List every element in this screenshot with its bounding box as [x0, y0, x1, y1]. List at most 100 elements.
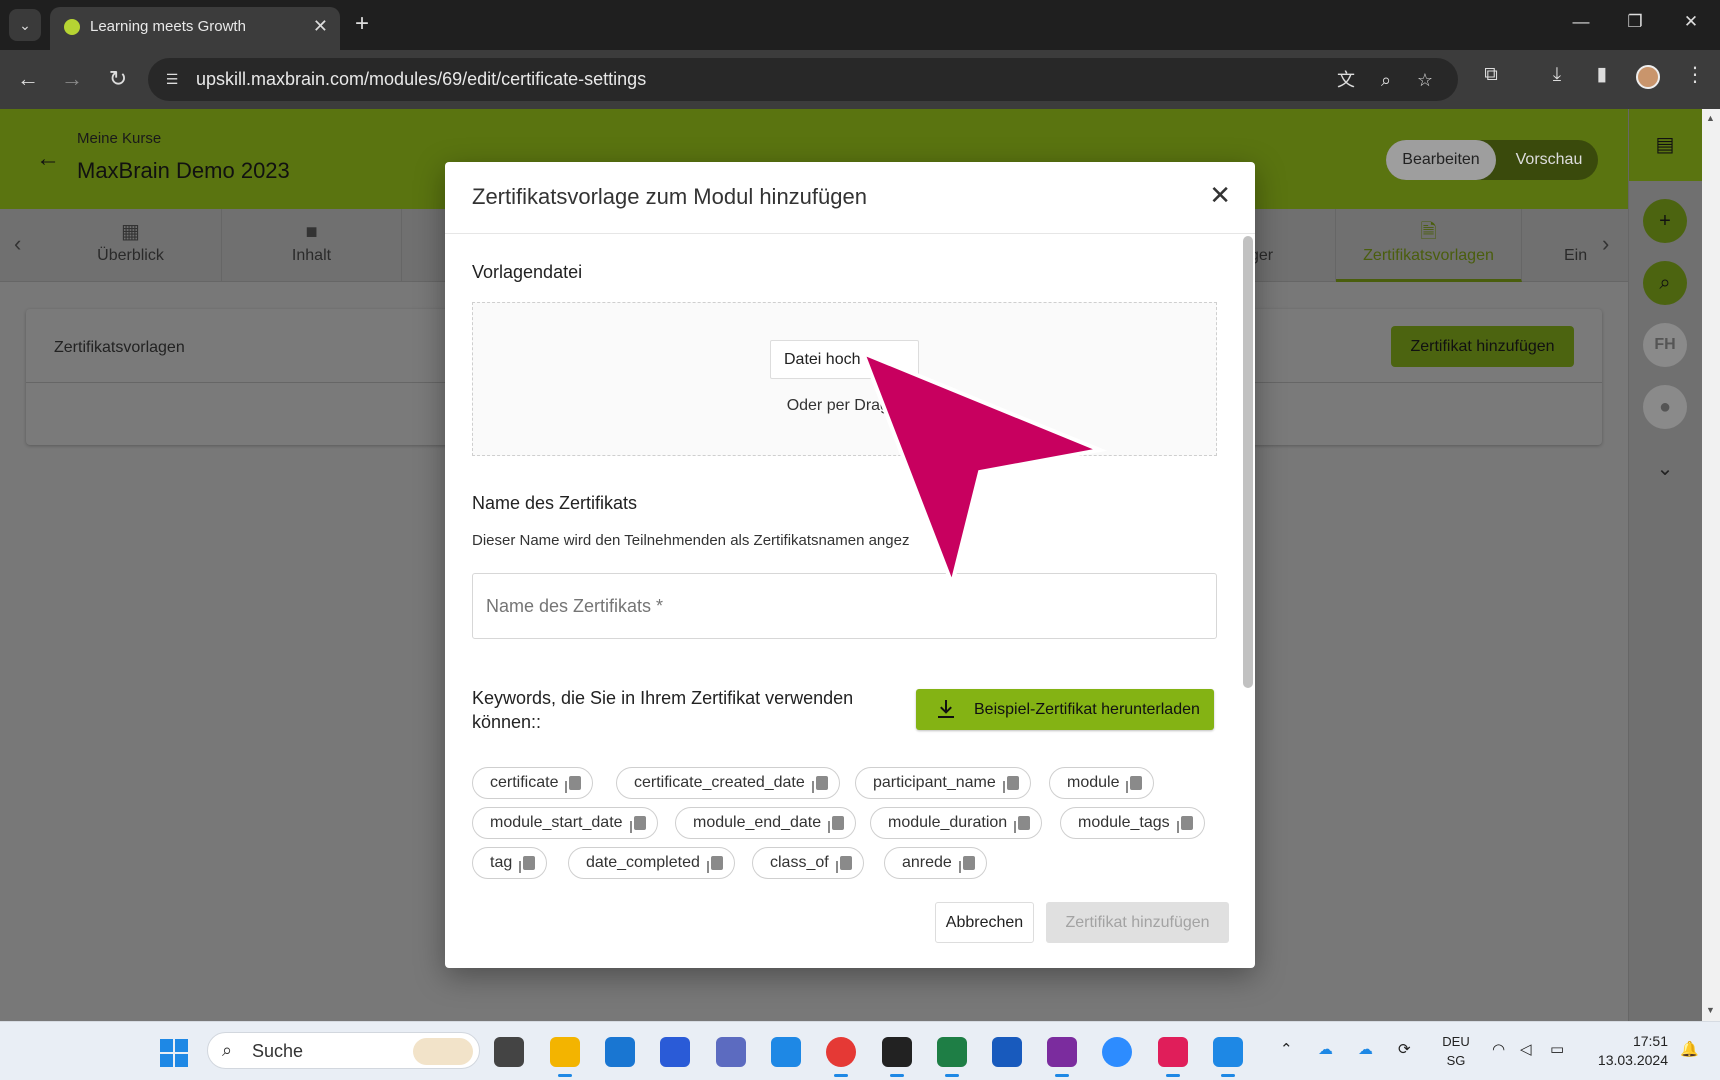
- site-info-icon[interactable]: ☰: [162, 69, 182, 89]
- keyword-chip[interactable]: certificate: [472, 767, 594, 799]
- minimize-button[interactable]: —: [1566, 12, 1596, 32]
- group-icon[interactable]: ●: [1643, 385, 1687, 429]
- zoom-icon[interactable]: [1102, 1037, 1132, 1067]
- onedrive-icon[interactable]: ☁: [1318, 1040, 1333, 1058]
- keyword-chip[interactable]: certificate_created_date: [616, 767, 840, 799]
- address-bar[interactable]: ☰ upskill.maxbrain.com/modules/69/edit/c…: [148, 58, 1458, 101]
- notepad-icon[interactable]: [1213, 1037, 1243, 1077]
- certificate-name-label: Name des Zertifikats: [472, 493, 638, 513]
- back-icon[interactable]: ←: [13, 64, 43, 94]
- copy-icon[interactable]: [958, 856, 975, 873]
- page-scrollbar[interactable]: ▲ ▼: [1702, 109, 1720, 1021]
- copy-icon[interactable]: [629, 816, 646, 833]
- battery-icon[interactable]: ▭: [1550, 1040, 1564, 1058]
- keyword-chip[interactable]: tag: [472, 847, 548, 879]
- dialog-scrollbar[interactable]: [1243, 236, 1253, 688]
- restore-button[interactable]: ❐: [1620, 12, 1650, 32]
- slack-icon[interactable]: [1158, 1037, 1188, 1077]
- taskbar-search[interactable]: ⌕ Suche: [207, 1032, 480, 1069]
- edit-mode-button[interactable]: Bearbeiten: [1386, 140, 1496, 180]
- app-a-icon[interactable]: [716, 1037, 746, 1067]
- add-certificate-submit-button[interactable]: Zertifikat hinzufügen: [1046, 902, 1229, 943]
- tray-overflow-icon[interactable]: ⌃: [1280, 1040, 1293, 1058]
- copy-icon[interactable]: [1176, 816, 1193, 833]
- download-icon[interactable]: ⤓: [1544, 62, 1570, 88]
- start-button[interactable]: [160, 1039, 188, 1067]
- menu-icon[interactable]: ⋮: [1685, 62, 1705, 87]
- folder-icon: ■: [305, 221, 318, 243]
- onenote-icon[interactable]: [1047, 1037, 1077, 1077]
- edge-icon[interactable]: [605, 1037, 635, 1067]
- copy-icon[interactable]: [1002, 776, 1019, 793]
- tab-overview[interactable]: ▦ Überblick: [40, 209, 222, 282]
- tab-hidden[interactable]: [402, 209, 446, 282]
- task-view-icon[interactable]: [494, 1037, 524, 1067]
- scroll-down-icon[interactable]: ▼: [1706, 1005, 1715, 1015]
- keyword-chip[interactable]: participant_name: [855, 767, 1031, 799]
- store-icon[interactable]: [660, 1037, 690, 1067]
- keyword-chip[interactable]: class_of: [752, 847, 864, 879]
- tab-search-button[interactable]: ⌄: [9, 9, 41, 41]
- close-window-button[interactable]: ✕: [1676, 12, 1706, 32]
- copy-icon[interactable]: [519, 856, 536, 873]
- scroll-up-icon[interactable]: ▲: [1706, 113, 1715, 123]
- preview-mode-button[interactable]: Vorschau: [1500, 140, 1598, 180]
- todo-icon[interactable]: [771, 1037, 801, 1067]
- copy-icon[interactable]: [1126, 776, 1143, 793]
- copy-icon[interactable]: [835, 856, 852, 873]
- side-panel-icon[interactable]: ▮: [1589, 62, 1615, 88]
- browser-tab[interactable]: Learning meets Growth ✕: [50, 7, 340, 50]
- volume-muted-icon[interactable]: ◁: [1520, 1040, 1532, 1058]
- file-explorer-icon[interactable]: [550, 1037, 580, 1077]
- keyword-chip[interactable]: module_end_date: [675, 807, 857, 839]
- keyword-chip[interactable]: module_duration: [870, 807, 1043, 839]
- keyword-chip[interactable]: date_completed: [568, 847, 735, 879]
- tab-certificate-templates[interactable]: 🗎 Zertifikatsvorlagen: [1336, 209, 1522, 282]
- tab-close-icon[interactable]: ✕: [313, 16, 328, 37]
- wifi-icon[interactable]: ◠: [1492, 1040, 1505, 1058]
- keyword-chip[interactable]: anrede: [884, 847, 987, 879]
- tabs-scroll-left-icon[interactable]: ‹: [14, 231, 21, 257]
- keyword-chip[interactable]: module_tags: [1060, 807, 1205, 839]
- tab-participants[interactable]: ger: [1250, 209, 1336, 282]
- breadcrumb[interactable]: Meine Kurse: [77, 130, 161, 147]
- clock[interactable]: 17:51 13.03.2024: [1590, 1032, 1668, 1070]
- word-icon[interactable]: [992, 1037, 1022, 1067]
- copy-icon[interactable]: [565, 776, 582, 793]
- user-avatar[interactable]: FH: [1643, 323, 1687, 367]
- url-text[interactable]: upskill.maxbrain.com/modules/69/edit/cer…: [196, 69, 646, 90]
- copy-icon[interactable]: [828, 816, 845, 833]
- chat-icon[interactable]: ▤: [1643, 123, 1687, 167]
- translate-icon[interactable]: 文: [1334, 68, 1358, 92]
- search-icon[interactable]: ⌕: [1643, 261, 1687, 305]
- back-arrow-icon[interactable]: ←: [36, 145, 60, 173]
- tab-content[interactable]: ■ Inhalt: [222, 209, 402, 282]
- chevron-down-icon[interactable]: ⌄: [1643, 447, 1687, 491]
- copy-icon[interactable]: [706, 856, 723, 873]
- bookmark-star-icon[interactable]: ☆: [1413, 68, 1437, 92]
- add-certificate-button[interactable]: Zertifikat hinzufügen: [1391, 326, 1574, 367]
- notification-bell-icon[interactable]: 🔔: [1680, 1040, 1699, 1058]
- language-indicator[interactable]: DEU SG: [1440, 1032, 1472, 1070]
- cancel-button[interactable]: Abbrechen: [935, 902, 1034, 943]
- extensions-icon[interactable]: ⧉: [1478, 62, 1504, 88]
- forward-icon[interactable]: →: [57, 64, 87, 94]
- keyword-chip[interactable]: module: [1049, 767, 1155, 799]
- copy-icon[interactable]: [811, 776, 828, 793]
- chrome-icon[interactable]: [826, 1037, 856, 1077]
- copy-icon[interactable]: [1014, 816, 1031, 833]
- sync-icon[interactable]: ⟳: [1398, 1040, 1411, 1058]
- keyword-chip[interactable]: module_start_date: [472, 807, 658, 839]
- figma-icon[interactable]: [882, 1037, 912, 1077]
- close-icon[interactable]: ✕: [1209, 182, 1231, 208]
- tab-settings[interactable]: Ein: [1522, 209, 1592, 282]
- profile-avatar[interactable]: [1636, 65, 1660, 89]
- onedrive-business-icon[interactable]: ☁: [1358, 1040, 1373, 1058]
- excel-icon[interactable]: [937, 1037, 967, 1077]
- add-icon[interactable]: +: [1643, 199, 1687, 243]
- tabs-scroll-right-icon[interactable]: ›: [1602, 231, 1609, 257]
- download-sample-button[interactable]: Beispiel-Zertifikat herunterladen: [916, 689, 1214, 730]
- reload-icon[interactable]: ↻: [103, 64, 133, 94]
- new-tab-button[interactable]: +: [355, 10, 369, 38]
- zoom-icon[interactable]: ⌕: [1374, 68, 1398, 92]
